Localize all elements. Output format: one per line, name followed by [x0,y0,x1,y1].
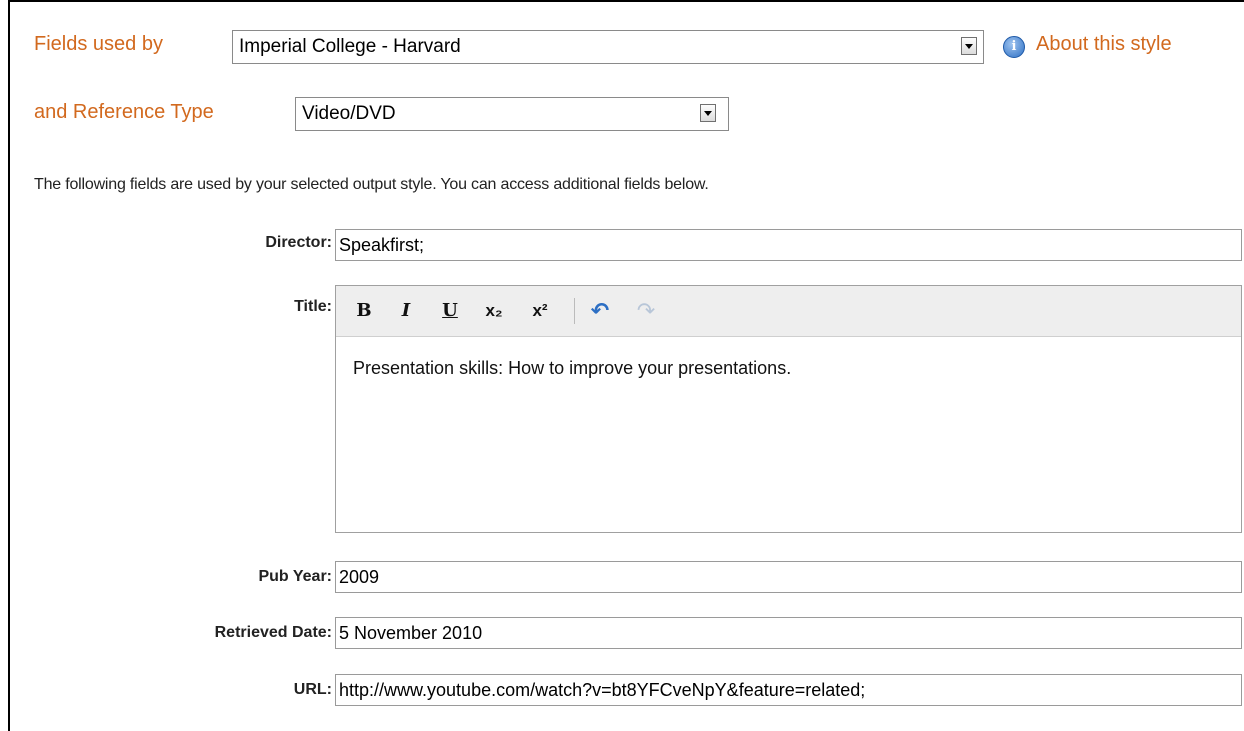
info-icon[interactable]: i [1003,36,1025,58]
output-style-select[interactable]: Imperial College - Harvard [232,30,984,64]
underline-button[interactable]: U [440,298,460,324]
reference-type-select[interactable]: Video/DVD [295,97,729,131]
italic-button[interactable]: I [396,298,416,324]
superscript-button[interactable]: x² [526,298,554,324]
chevron-down-icon[interactable] [700,104,716,122]
title-editor-content[interactable]: Presentation skills: How to improve your… [353,358,791,379]
editor-toolbar: B I U x₂ x² ↶ ↷ [336,286,1241,337]
director-label: Director: [265,234,332,251]
output-style-select-value: Imperial College - Harvard [239,36,461,57]
fields-used-by-label: Fields used by [34,33,163,55]
about-this-style-link[interactable]: About this style [1036,33,1172,56]
undo-icon[interactable]: ↶ [588,298,612,324]
subscript-button[interactable]: x₂ [480,298,508,324]
intro-text: The following fields are used by your se… [34,176,709,193]
redo-icon[interactable]: ↷ [634,298,658,324]
reference-type-select-value: Video/DVD [302,103,396,124]
title-editor[interactable]: B I U x₂ x² ↶ ↷ Presentation skills: How… [335,285,1242,533]
retrieved-date-label: Retrieved Date: [214,624,332,641]
title-label: Title: [294,298,332,315]
pub-year-label: Pub Year: [258,568,332,585]
url-field[interactable]: http://www.youtube.com/watch?v=bt8YFCveN… [335,674,1242,706]
director-field[interactable]: Speakfirst; [335,229,1242,261]
chevron-down-icon[interactable] [961,37,977,55]
toolbar-divider [574,298,575,324]
url-label: URL: [293,681,332,698]
pub-year-field[interactable]: 2009 [335,561,1242,593]
reference-type-label: and Reference Type [34,101,214,123]
retrieved-date-field[interactable]: 5 November 2010 [335,617,1242,649]
bold-button[interactable]: B [354,298,374,324]
